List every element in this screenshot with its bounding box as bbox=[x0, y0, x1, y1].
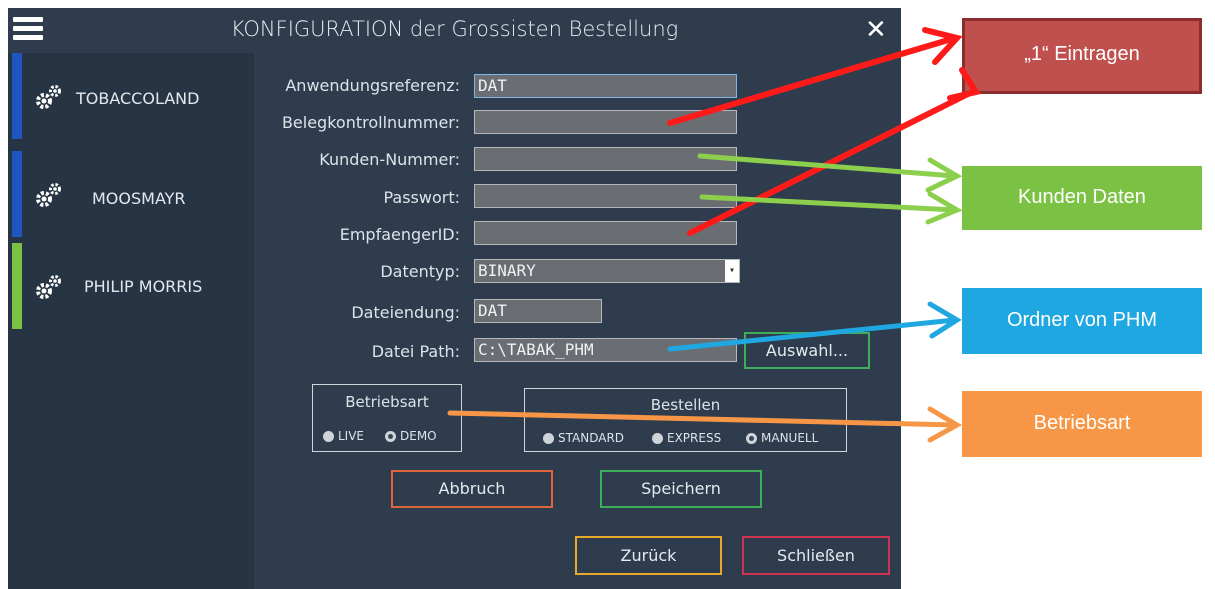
orange-arrow-betriebsart bbox=[447, 410, 958, 428]
red-arrowhead bbox=[947, 67, 981, 101]
red-arrow-belegkontroll bbox=[667, 35, 958, 126]
blue-arrow-datei-path bbox=[667, 317, 958, 352]
green-arrow-kunden-nummer bbox=[697, 153, 958, 179]
annotation-arrows bbox=[447, 27, 981, 443]
